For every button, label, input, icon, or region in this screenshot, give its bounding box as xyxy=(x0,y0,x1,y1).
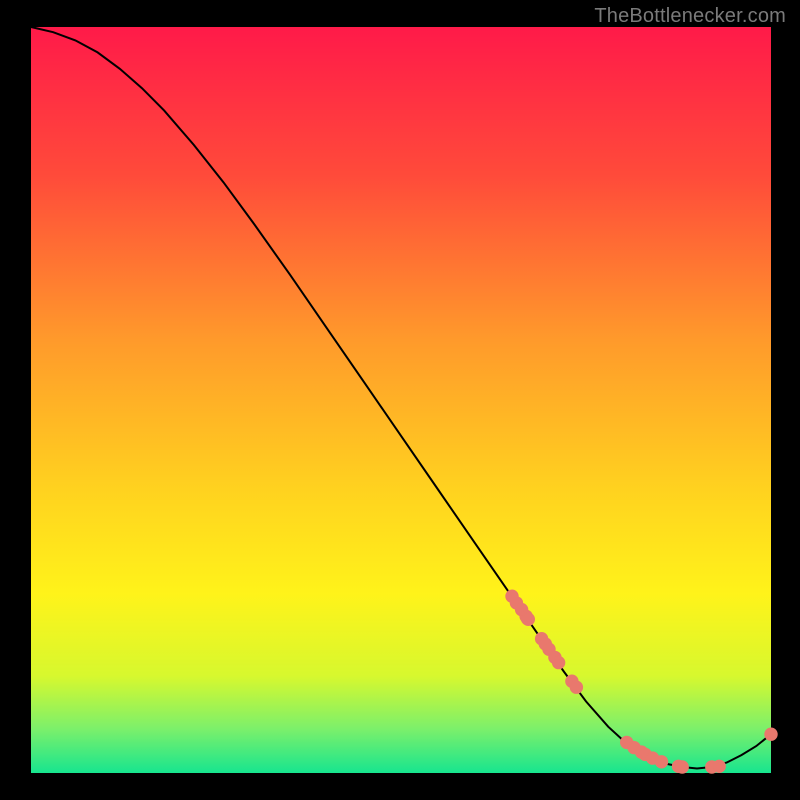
bottleneck-curve xyxy=(31,27,771,769)
data-point xyxy=(570,681,582,693)
data-point xyxy=(713,760,725,772)
chart-container: TheBottlenecker.com xyxy=(0,0,800,800)
data-point xyxy=(655,756,667,768)
data-point xyxy=(765,728,777,740)
watermark-text: TheBottlenecker.com xyxy=(594,5,786,28)
data-point-markers xyxy=(506,590,777,773)
data-point xyxy=(522,613,534,625)
data-point xyxy=(552,656,564,668)
chart-svg-overlay xyxy=(0,0,800,800)
data-point xyxy=(676,761,688,773)
